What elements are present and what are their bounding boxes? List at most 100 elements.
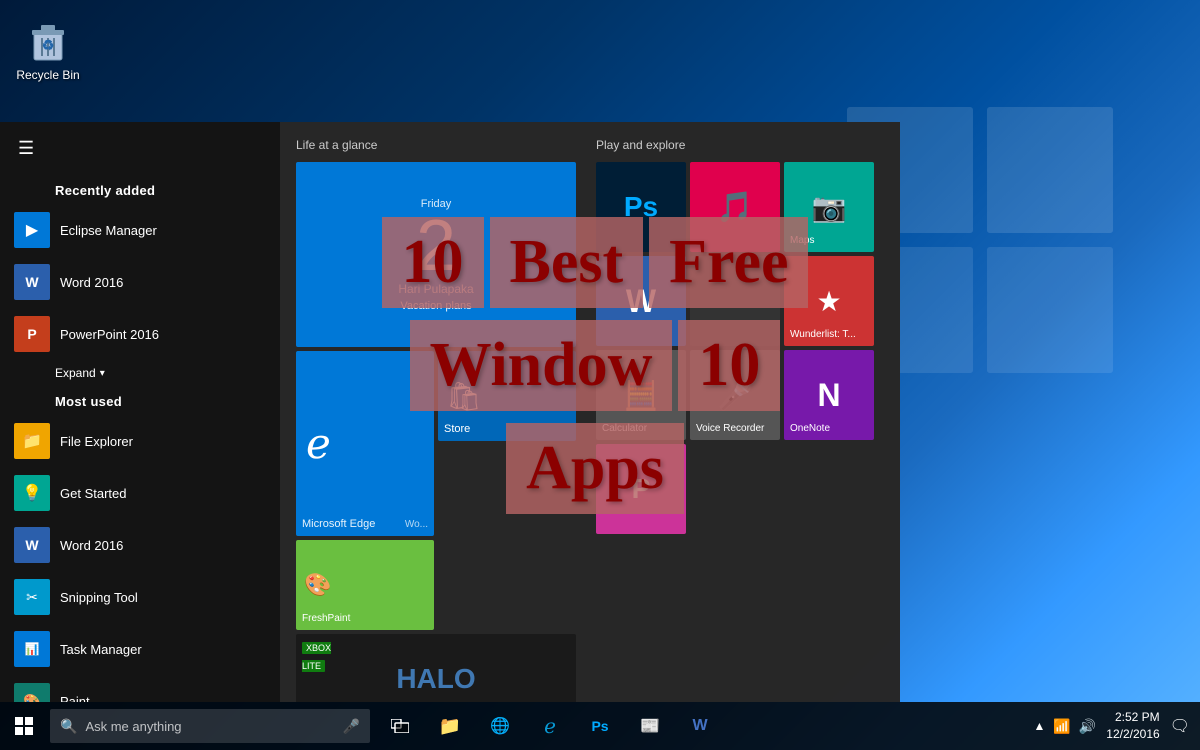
tile-groove[interactable]: 🎵 — [690, 162, 780, 252]
file-explorer-label: File Explorer — [60, 434, 133, 449]
task-view-button[interactable] — [376, 702, 424, 750]
volume-icon[interactable]: 🔊 — [1079, 718, 1096, 735]
menu-item-get-started[interactable]: 💡 Get Started — [0, 467, 280, 519]
edge-tile-label: Microsoft Edge — [302, 518, 375, 530]
store-tile-label: Store — [444, 423, 470, 435]
search-bar[interactable]: 🔍 Ask me anything 🎤 — [50, 709, 370, 743]
tile-word-right[interactable]: W — [596, 256, 686, 346]
play-explore-section: Play and explore Ps 🎵 📷 — [596, 138, 884, 686]
tile-store[interactable]: 🛍 Store — [438, 351, 576, 441]
calendar-event: Vacation plans — [400, 300, 471, 312]
groove-icon: 🎵 — [716, 190, 753, 225]
clock: 2:52 PM 12/2/2016 — [1106, 709, 1159, 743]
expand-button[interactable]: Expand ▾ — [0, 360, 280, 386]
onenote-icon: N — [817, 377, 840, 414]
taskbar-photoshop[interactable]: Ps — [576, 702, 624, 750]
tile-blank — [690, 256, 780, 346]
edge-taskbar-icon: ℯ — [544, 714, 556, 739]
recycle-bin-label: Recycle Bin — [16, 68, 79, 82]
svg-text:♻: ♻ — [42, 37, 55, 53]
play-explore-header: Play and explore — [596, 138, 884, 152]
tile-maps[interactable]: 📷 Maps — [784, 162, 874, 252]
calculator-icon: 🧮 — [624, 379, 659, 412]
recycle-bin[interactable]: ♻ Recycle Bin — [12, 20, 84, 82]
voice-recorder-label: Voice Recorder — [696, 423, 764, 434]
file-explorer-icon: 📁 — [14, 423, 50, 459]
most-used-header: Most used — [0, 386, 280, 415]
powerpoint-label: PowerPoint 2016 — [60, 327, 159, 342]
task-manager-label: Task Manager — [60, 642, 142, 657]
word-taskbar-icon: W — [692, 717, 707, 735]
tile-voice-recorder[interactable]: 🎤 Voice Recorder — [690, 350, 780, 440]
system-tray-icons: ▲ 📶 🔊 — [1034, 718, 1097, 735]
clock-time: 2:52 PM — [1106, 709, 1159, 726]
menu-item-eclipse[interactable]: ▶ Eclipse Manager — [0, 204, 280, 256]
tile-calculator[interactable]: 🧮 Calculator — [596, 350, 686, 440]
life-at-glance-header: Life at a glance — [296, 138, 576, 152]
taskbar-file-explorer[interactable]: 📁 — [426, 702, 474, 750]
get-started-label: Get Started — [60, 486, 126, 501]
picsart-icon: P — [632, 473, 651, 505]
menu-item-word-used[interactable]: W Word 2016 — [0, 519, 280, 571]
taskbar-network[interactable]: 🌐 — [476, 702, 524, 750]
life-at-glance-section: Life at a glance Friday 2 Hari Pulapaka … — [296, 138, 576, 686]
taskbar-news[interactable]: 📰 — [626, 702, 674, 750]
up-arrow-icon[interactable]: ▲ — [1034, 719, 1046, 733]
taskbar-word[interactable]: W — [676, 702, 724, 750]
desktop: ♻ Recycle Bin ☰ Recently added ▶ Eclipse… — [0, 0, 1200, 750]
tile-edge[interactable]: ℯ Microsoft Edge Wo... — [296, 351, 434, 536]
recycle-bin-icon: ♻ — [26, 20, 70, 64]
taskbar: 🔍 Ask me anything 🎤 📁 🌐 ℯ — [0, 702, 1200, 750]
menu-item-snipping[interactable]: ✂ Snipping Tool — [0, 571, 280, 623]
tile-calendar[interactable]: Friday 2 Hari Pulapaka Vacation plans — [296, 162, 576, 347]
store-tile-icon: 🛍 — [446, 380, 482, 413]
word-recent-label: Word 2016 — [60, 275, 123, 290]
task-manager-icon: 📊 — [14, 631, 50, 667]
notification-icon[interactable]: 🗨 — [1170, 716, 1190, 736]
hamburger-menu-button[interactable]: ☰ — [0, 122, 280, 175]
word-recent-icon: W — [14, 264, 50, 300]
start-button[interactable] — [0, 702, 48, 750]
wunderlist-label: Wunderlist: T... — [790, 329, 856, 340]
file-explorer-taskbar-icon: 📁 — [439, 716, 461, 737]
menu-item-file-explorer[interactable]: 📁 File Explorer — [0, 415, 280, 467]
menu-item-paint[interactable]: 🎨 Paint — [0, 675, 280, 702]
tile-wunderlist[interactable]: ★ Wunderlist: T... — [784, 256, 874, 346]
eclipse-label: Eclipse Manager — [60, 223, 157, 238]
word-used-label: Word 2016 — [60, 538, 123, 553]
tile-onenote[interactable]: N OneNote — [784, 350, 874, 440]
tile-freshpaint[interactable]: 🎨 FreshPaint — [296, 540, 434, 630]
recently-added-header: Recently added — [0, 175, 280, 204]
maps-icon: 📷 — [812, 191, 847, 224]
start-menu: ☰ Recently added ▶ Eclipse Manager W Wor… — [0, 122, 900, 702]
photoshop-taskbar-icon: Ps — [591, 718, 608, 734]
tiles-sections: Life at a glance Friday 2 Hari Pulapaka … — [296, 138, 884, 686]
calculator-label: Calculator — [602, 423, 647, 434]
xbox-badge: XBOXLITE — [302, 638, 331, 674]
clock-date: 12/2/2016 — [1106, 726, 1159, 743]
word-used-icon: W — [14, 527, 50, 563]
powerpoint-icon: P — [14, 316, 50, 352]
tile-photoshop[interactable]: Ps — [596, 162, 686, 252]
onenote-label: OneNote — [790, 423, 830, 434]
taskbar-edge[interactable]: ℯ — [526, 702, 574, 750]
paint-label: Paint — [60, 694, 90, 703]
edge-tile-sublabel: Wo... — [405, 519, 428, 530]
menu-item-word-recent[interactable]: W Word 2016 — [0, 256, 280, 308]
tile-picsart[interactable]: P — [596, 444, 686, 534]
wunderlist-icon: ★ — [816, 285, 841, 318]
snipping-icon: ✂ — [14, 579, 50, 615]
maps-label: Maps — [790, 235, 814, 246]
paint-icon: 🎨 — [14, 683, 50, 702]
menu-item-powerpoint[interactable]: P PowerPoint 2016 — [0, 308, 280, 360]
get-started-icon: 💡 — [14, 475, 50, 511]
calendar-date: 2 — [416, 210, 456, 282]
network-tray-icon[interactable]: 📶 — [1053, 718, 1070, 735]
menu-item-task-manager[interactable]: 📊 Task Manager — [0, 623, 280, 675]
halo-bg: HALO — [296, 634, 576, 702]
calendar-user: Hari Pulapaka — [398, 282, 473, 296]
expand-chevron-icon: ▾ — [100, 368, 105, 379]
search-icon: 🔍 — [60, 718, 77, 735]
fresh-tile-icon: 🎨 — [304, 572, 331, 598]
tile-halo[interactable]: XBOXLITE HALO SPARTAN ASSAULT — [296, 634, 576, 702]
